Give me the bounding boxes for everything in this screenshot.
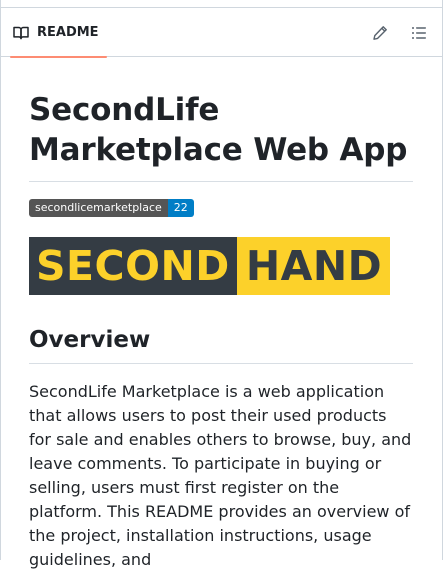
list-icon [411,25,427,41]
tab-readme-label: README [37,25,99,40]
outline-button[interactable] [409,23,429,43]
overview-heading: Overview [29,325,413,364]
secondhand-logo: SECOND HAND [29,237,413,295]
readme-title: SecondLife Marketplace Web App [29,58,413,182]
pencil-icon [372,25,388,41]
book-icon [13,25,29,41]
badge-value: 22 [167,199,194,217]
edit-file-button[interactable] [370,23,390,43]
stats-badge[interactable]: secondlicemarketplace 22 [29,199,194,217]
readme-header: README [0,8,443,58]
logo-left-text: SECOND [29,237,237,295]
readme-content: SecondLife Marketplace Web App secondlic… [29,58,413,572]
badge-label: secondlicemarketplace [29,199,168,217]
logo-right-text: HAND [236,237,391,295]
overview-paragraph: SecondLife Marketplace is a web applicat… [29,382,412,569]
tab-readme[interactable]: README [5,8,107,58]
